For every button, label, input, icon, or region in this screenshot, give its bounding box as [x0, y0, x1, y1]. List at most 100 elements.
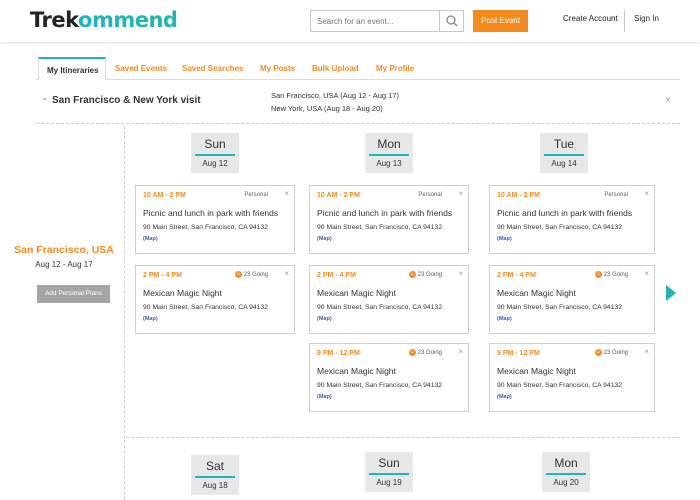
add-personal-plans-button[interactable]: Add Personal Plans: [37, 285, 110, 303]
close-icon[interactable]: ×: [644, 269, 649, 278]
tab-saved-events[interactable]: Saved Events: [115, 64, 167, 73]
event-title[interactable]: Mexican Magic Night: [317, 366, 396, 376]
event-title[interactable]: Mexican Magic Night: [497, 366, 576, 376]
close-icon[interactable]: ×: [644, 189, 649, 198]
location-name: San Francisco, USA: [14, 244, 114, 256]
event-time: 10 AM - 2 PM: [143, 192, 186, 199]
day-underline: [369, 154, 409, 156]
event-card[interactable]: 2 PM - 4 PM ☺ 23 Going × Mexican Magic Ni…: [135, 265, 295, 334]
event-address: 90 Main Street, San Francisco, CA 94132: [317, 382, 443, 389]
close-icon[interactable]: ×: [284, 269, 289, 278]
day-underline: [546, 473, 586, 475]
event-address: 90 Main Street, San Francisco, CA 94132: [317, 224, 443, 231]
trip-separator: [36, 123, 680, 124]
close-icon[interactable]: ×: [458, 347, 463, 356]
event-card[interactable]: 9 PM - 12 PM ☺ 23 Going × Mexican Magic N…: [309, 343, 469, 412]
event-title[interactable]: Mexican Magic Night: [317, 288, 396, 298]
close-icon[interactable]: ×: [644, 347, 649, 356]
trip-leg-2: New York, USA (Aug 18 - Aug 20): [271, 104, 383, 113]
logo-text-part2: ommend: [78, 8, 178, 32]
personal-tag: Personal: [244, 192, 268, 198]
close-icon[interactable]: ×: [458, 189, 463, 198]
event-card[interactable]: 2 PM - 4 PM ☺ 23 Going × Mexican Magic Ni…: [489, 265, 655, 334]
event-title[interactable]: Mexican Magic Night: [497, 288, 576, 298]
map-link[interactable]: (Map): [317, 236, 332, 242]
search-button[interactable]: [439, 11, 463, 31]
event-title[interactable]: Picnic and lunch in park with friends: [317, 208, 452, 218]
post-event-button[interactable]: Post Event: [473, 10, 528, 32]
day-underline: [195, 154, 235, 156]
event-address: 90 Main Street, San Francisco, CA 94132: [143, 304, 269, 311]
create-account-link[interactable]: Create Account: [563, 14, 618, 23]
day-underline: [544, 154, 584, 156]
going-label: 23 Going: [417, 272, 442, 279]
trip-leg-1: San Francisco, USA (Aug 12 - Aug 17): [271, 91, 399, 100]
collapse-toggle[interactable]: -: [43, 94, 46, 105]
day-name: Mon: [377, 137, 401, 151]
day-underline: [195, 476, 235, 478]
people-icon: ☺: [594, 349, 602, 356]
day-header-tue: Tue Aug 14: [540, 133, 588, 173]
day-date: Aug 19: [376, 478, 402, 487]
logo-text-part1: Trek: [30, 8, 79, 32]
event-title[interactable]: Mexican Magic Night: [143, 288, 222, 298]
day-name: Sat: [205, 459, 224, 473]
event-time: 9 PM - 12 PM: [497, 350, 540, 357]
tab-bulk-upload[interactable]: Bulk Upload: [312, 64, 359, 73]
sign-in-link[interactable]: Sign In: [634, 14, 659, 23]
event-card[interactable]: 2 PM - 4 PM ☺ 23 Going × Mexican Magic Ni…: [309, 265, 469, 334]
going-count: ☺ 23 Going: [234, 271, 268, 278]
day-name: Tue: [553, 137, 575, 151]
day-date: Aug 18: [202, 481, 228, 490]
tab-my-posts[interactable]: My Posts: [260, 64, 295, 73]
day-name: Sun: [204, 137, 226, 151]
tab-my-itineraries[interactable]: My Itineraries: [38, 57, 106, 80]
map-link[interactable]: (Map): [317, 316, 332, 322]
day-header-mon: Mon Aug 13: [365, 133, 413, 173]
trip-close-icon[interactable]: ×: [665, 95, 671, 106]
search-icon: [446, 15, 458, 27]
tab-my-profile[interactable]: My Profile: [376, 64, 414, 73]
map-link[interactable]: (Map): [497, 394, 512, 400]
day-header-mon-2: Mon Aug 20: [542, 452, 590, 492]
event-card[interactable]: 9 PM - 12 PM ☺ 23 Going × Mexican Magic N…: [489, 343, 655, 412]
map-link[interactable]: (Map): [497, 316, 512, 322]
people-icon: ☺: [408, 271, 416, 278]
day-underline: [369, 473, 409, 475]
event-time: 2 PM - 4 PM: [317, 272, 356, 279]
tabs-underline: [36, 79, 680, 80]
event-time: 9 PM - 12 PM: [317, 350, 360, 357]
day-header-sat: Sat Aug 18: [191, 455, 239, 495]
trip-title: San Francisco & New York visit: [52, 95, 201, 106]
map-link[interactable]: (Map): [143, 316, 158, 322]
event-title[interactable]: Picnic and lunch in park with friends: [497, 208, 632, 218]
trekommend-logo[interactable]: Trekommend: [30, 8, 178, 32]
close-icon[interactable]: ×: [458, 269, 463, 278]
event-card[interactable]: 10 AM - 2 PM Personal × Picnic and lunch…: [135, 185, 295, 254]
event-card[interactable]: 10 AM - 2 PM Personal × Picnic and lunch…: [309, 185, 469, 254]
event-address: 90 Main Street, San Francisco, CA 94132: [497, 304, 623, 311]
search-input[interactable]: [311, 11, 441, 31]
close-icon[interactable]: ×: [284, 189, 289, 198]
going-label: 23 Going: [603, 350, 628, 357]
map-link[interactable]: (Map): [497, 236, 512, 242]
tab-saved-searches[interactable]: Saved Searches: [182, 64, 243, 73]
day-name: Sun: [378, 456, 400, 470]
day-date: Aug 14: [551, 159, 577, 168]
day-header-sun-2: Sun Aug 19: [365, 452, 413, 492]
day-date: Aug 12: [202, 159, 228, 168]
week-separator: [126, 437, 680, 438]
map-link[interactable]: (Map): [317, 394, 332, 400]
header-divider: [624, 10, 625, 32]
triangle-right-icon[interactable]: [666, 285, 676, 301]
event-time: 2 PM - 4 PM: [497, 272, 536, 279]
map-link[interactable]: (Map): [143, 236, 158, 242]
going-count: ☺ 23 Going: [408, 271, 442, 279]
day-name: Mon: [554, 456, 578, 470]
top-header: Trekommend Post Event Create Account Sig…: [0, 0, 700, 42]
going-label: 23 Going: [417, 350, 442, 357]
going-count: ☺ 23 Going: [594, 349, 628, 357]
event-title[interactable]: Picnic and lunch in park with friends: [143, 208, 278, 218]
event-card[interactable]: 10 AM - 2 PM Personal × Picnic and lunch…: [489, 185, 655, 254]
day-date: Aug 13: [376, 159, 402, 168]
